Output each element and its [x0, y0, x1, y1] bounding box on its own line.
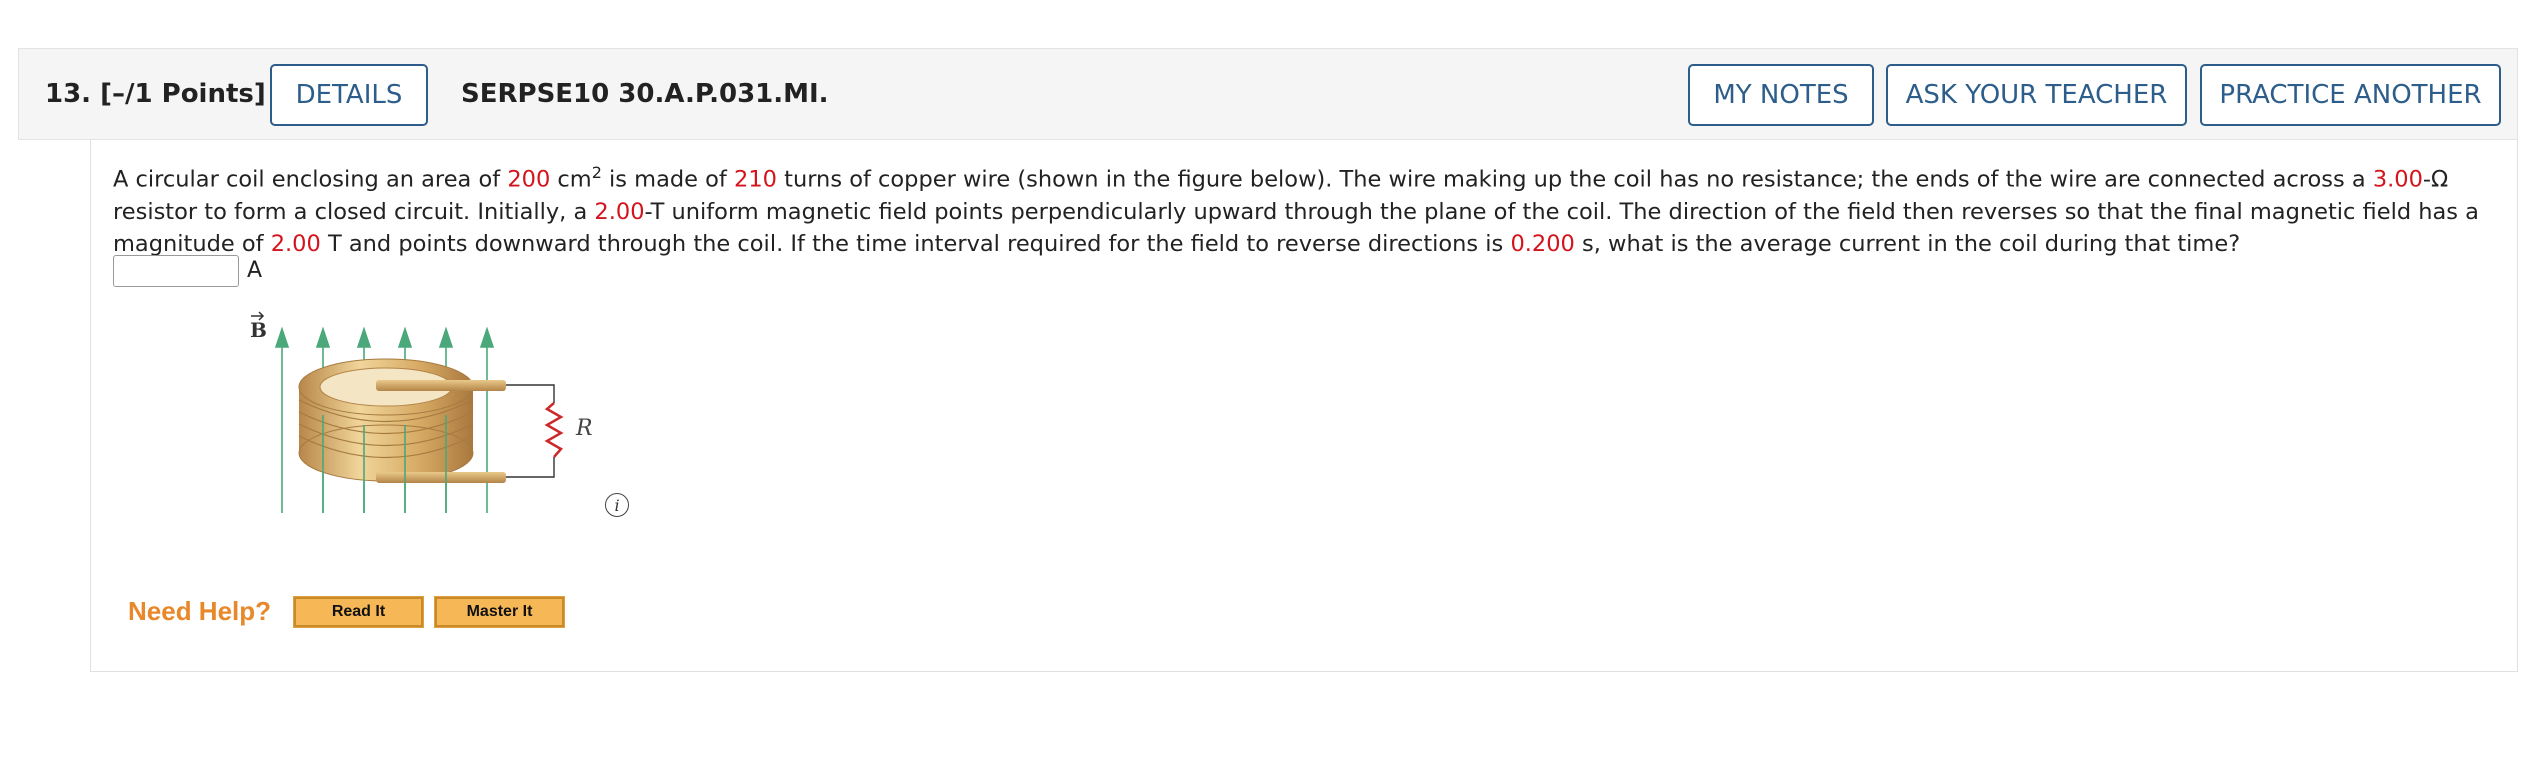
coil-figure: B R	[250, 311, 593, 513]
circuit-wire	[506, 384, 555, 478]
ask-teacher-button[interactable]: ASK YOUR TEACHER	[1886, 64, 2187, 126]
details-button[interactable]: DETAILS	[270, 64, 428, 126]
resistance-value: 3.00	[2372, 166, 2423, 193]
copper-coil	[298, 358, 506, 483]
my-notes-button[interactable]: MY NOTES	[1688, 64, 1874, 126]
info-icon[interactable]: i	[605, 493, 629, 517]
practice-another-button[interactable]: PRACTICE ANOTHER	[2200, 64, 2501, 126]
master-it-button[interactable]: Master It	[434, 596, 565, 628]
answer-unit: A	[247, 258, 263, 283]
question-number: 13. [–/1 Points]	[45, 79, 266, 109]
need-help-label: Need Help?	[128, 596, 272, 626]
question-header: 13. [–/1 Points] DETAILS SERPSE10 30.A.P…	[18, 48, 2518, 140]
final-field-value: 2.00	[270, 230, 321, 257]
resistor-zigzag	[544, 402, 564, 458]
problem-code: SERPSE10 30.A.P.031.MI.	[461, 79, 829, 109]
question-text: A circular coil enclosing an area of 200…	[113, 163, 2479, 257]
time-interval-value: 0.200	[1510, 230, 1575, 257]
turns-value: 210	[734, 166, 777, 193]
resistor-label: R	[575, 416, 593, 441]
read-it-button[interactable]: Read It	[293, 596, 424, 628]
initial-field-value: 2.00	[594, 198, 645, 225]
area-value: 200	[507, 166, 551, 193]
answer-input[interactable]	[113, 255, 239, 287]
field-label-b: B	[250, 318, 267, 342]
